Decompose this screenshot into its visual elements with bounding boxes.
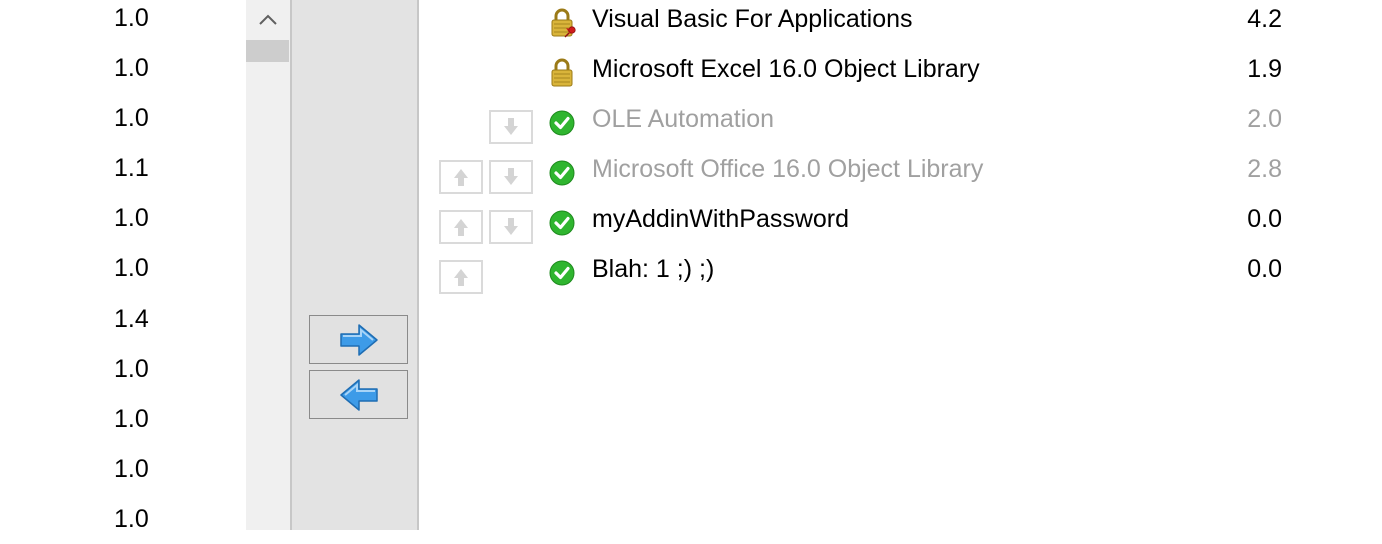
check-icon: [548, 109, 576, 137]
list-item-version[interactable]: 1.0: [0, 444, 246, 494]
scroll-thumb[interactable]: [246, 40, 289, 62]
arrow-down-icon: [504, 118, 518, 135]
arrow-up-icon: [454, 269, 468, 286]
reference-row[interactable]: OLE Automation 2.0: [421, 100, 1382, 150]
list-item-version[interactable]: 1.4: [0, 294, 246, 344]
list-item-version[interactable]: 1.1: [0, 143, 246, 193]
list-item-version[interactable]: 1.0: [0, 394, 246, 444]
move-up-button[interactable]: [439, 260, 483, 294]
selected-references-list[interactable]: Visual Basic For Applications 4.2 Micros…: [421, 0, 1382, 530]
list-item-version[interactable]: 1.0: [0, 93, 246, 143]
lock-icon: [550, 58, 574, 88]
available-references-list[interactable]: 1.0 1.0 1.0 1.1 1.0 1.0 1.4 1.0 1.0 1.0 …: [0, 0, 246, 531]
reference-name: Microsoft Excel 16.0 Object Library: [592, 55, 980, 83]
check-icon: [548, 209, 576, 237]
lock-pin-icon: [550, 8, 576, 38]
move-up-button[interactable]: [439, 210, 483, 244]
reference-row[interactable]: Visual Basic For Applications 4.2: [421, 0, 1382, 50]
reference-version: 0.0: [1247, 205, 1282, 233]
reference-name: OLE Automation: [592, 105, 775, 133]
reference-row[interactable]: Microsoft Office 16.0 Object Library 2.8: [421, 150, 1382, 200]
chevron-up-icon: [259, 14, 277, 25]
reference-row[interactable]: myAddinWithPassword 0.0: [421, 200, 1382, 250]
list-item-version[interactable]: 1.0: [0, 0, 246, 43]
reference-version: 2.0: [1247, 105, 1282, 133]
reference-version: 2.8: [1247, 155, 1282, 183]
arrow-down-icon: [504, 218, 518, 235]
reference-version: 4.2: [1247, 5, 1282, 33]
list-item-version[interactable]: 1.0: [0, 243, 246, 293]
move-down-button[interactable]: [489, 210, 533, 244]
reference-version: 0.0: [1247, 255, 1282, 283]
scroll-up-button[interactable]: [246, 0, 290, 40]
vertical-scrollbar[interactable]: [246, 0, 290, 530]
move-up-button[interactable]: [439, 160, 483, 194]
reference-row[interactable]: Microsoft Excel 16.0 Object Library 1.9: [421, 50, 1382, 100]
reference-version: 1.9: [1247, 55, 1282, 83]
arrow-left-icon: [339, 378, 378, 411]
list-item-version[interactable]: 1.0: [0, 494, 246, 544]
check-icon: [548, 159, 576, 187]
list-item-version[interactable]: 1.0: [0, 193, 246, 243]
reference-name: Blah: 1 ;) ;): [592, 255, 715, 283]
check-icon: [548, 259, 576, 287]
list-item-version[interactable]: 1.0: [0, 43, 246, 93]
arrow-up-icon: [454, 169, 468, 186]
move-buttons-panel: [290, 0, 419, 530]
move-down-button[interactable]: [489, 110, 533, 144]
add-reference-button[interactable]: [309, 315, 408, 364]
list-item-version[interactable]: 1.0: [0, 344, 246, 394]
arrow-down-icon: [504, 168, 518, 185]
reference-name: Visual Basic For Applications: [592, 5, 913, 33]
remove-reference-button[interactable]: [309, 370, 408, 419]
reference-name: myAddinWithPassword: [592, 205, 850, 233]
move-down-button[interactable]: [489, 160, 533, 194]
reference-name: Microsoft Office 16.0 Object Library: [592, 155, 984, 183]
arrow-up-icon: [454, 219, 468, 236]
reference-row[interactable]: Blah: 1 ;) ;) 0.0: [421, 250, 1382, 300]
arrow-right-icon: [339, 323, 378, 356]
